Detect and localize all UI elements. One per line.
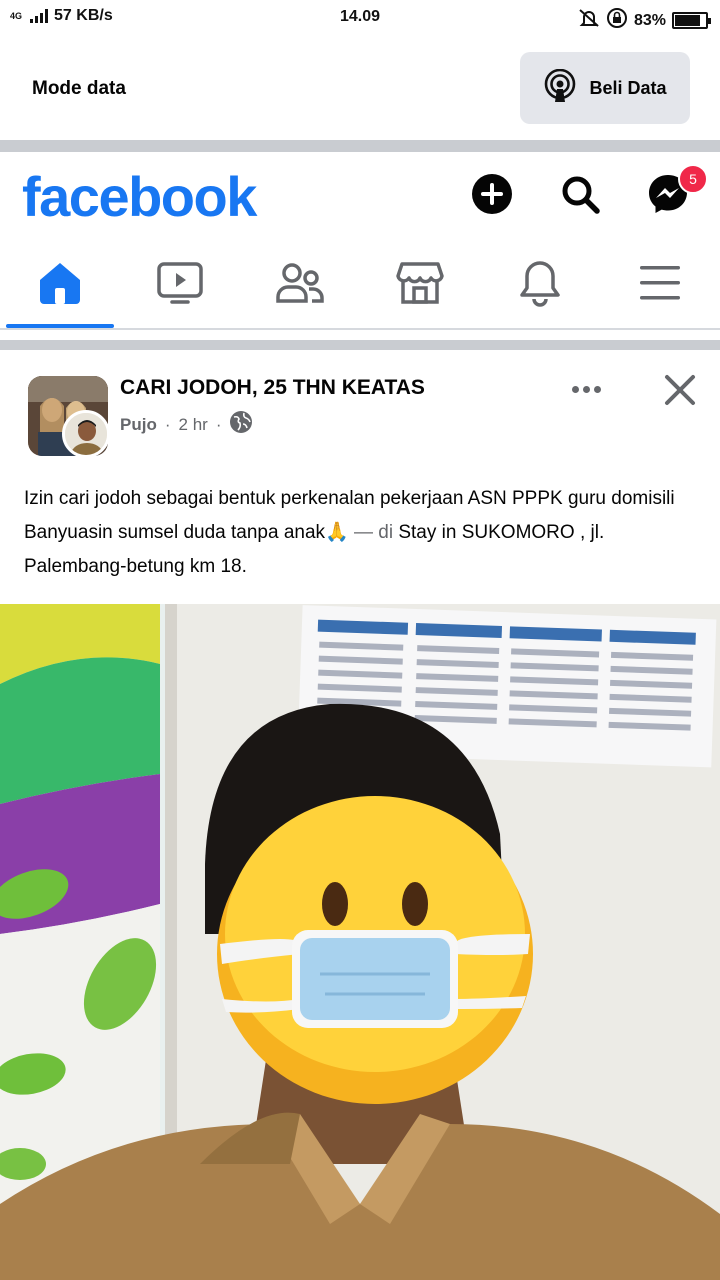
pray-emoji: 🙏 (325, 522, 349, 543)
post-meta: Pujo · 2 hr · (120, 410, 253, 439)
separator (0, 140, 720, 152)
post-options-button[interactable] (566, 372, 606, 406)
facebook-logo[interactable]: facebook (22, 164, 257, 229)
data-mode-bar: Mode data Beli Data (0, 36, 720, 140)
hide-post-button[interactable] (660, 370, 700, 410)
tab-menu[interactable] (606, 242, 714, 328)
messenger-button[interactable]: 5 (644, 164, 708, 220)
plus-icon (471, 173, 513, 220)
post-photo[interactable] (0, 604, 720, 1280)
video-icon (156, 261, 204, 310)
close-icon (660, 375, 700, 414)
tab-marketplace[interactable] (366, 242, 474, 328)
tab-friends[interactable] (246, 242, 354, 328)
hamburger-icon (638, 263, 682, 308)
post-text: Izin cari jodoh sebagai bentuk perkenala… (24, 482, 704, 584)
tab-notifications[interactable] (486, 242, 594, 328)
search-icon (559, 173, 601, 220)
post-end: . (241, 556, 247, 577)
group-name[interactable]: CARI JODOH, 25 THN KEATAS (120, 376, 425, 400)
author-avatar[interactable] (62, 410, 110, 458)
status-right: 83% (578, 7, 711, 34)
buy-data-label: Beli Data (589, 77, 667, 98)
create-button[interactable] (468, 172, 516, 220)
post-time[interactable]: 2 hr (179, 415, 208, 435)
status-bar: 4G 57 KB/s 14.09 83% (0, 0, 720, 36)
location-prefix: — di (348, 522, 394, 543)
mute-icon (578, 8, 600, 33)
messenger-badge: 5 (678, 164, 708, 194)
data-mode-label: Mode data (32, 78, 126, 99)
more-dots-icon (593, 385, 601, 393)
group-avatar[interactable] (28, 376, 110, 458)
friends-icon (275, 261, 325, 310)
rotation-lock-icon (606, 7, 628, 34)
separator (0, 340, 720, 350)
battery-percent: 83% (633, 11, 666, 29)
meta-dot: · (164, 414, 171, 434)
feed-post: CARI JODOH, 25 THN KEATAS Pujo · 2 hr · … (0, 350, 720, 1280)
tab-video[interactable] (126, 242, 234, 328)
home-icon (37, 260, 83, 311)
bell-icon (518, 259, 562, 312)
author-name[interactable]: Pujo (120, 415, 157, 435)
battery-icon (672, 12, 711, 29)
broadcast-icon (543, 68, 577, 108)
tab-bar (0, 242, 720, 330)
app-header: facebook 5 (0, 152, 720, 242)
buy-data-button[interactable]: Beli Data (520, 52, 690, 124)
meta-dot: · (215, 414, 222, 434)
more-dots-icon (582, 385, 590, 393)
marketplace-icon (396, 260, 444, 311)
tab-home[interactable] (6, 242, 114, 328)
more-dots-icon (571, 385, 579, 393)
globe-icon (229, 410, 253, 439)
search-button[interactable] (556, 172, 604, 220)
